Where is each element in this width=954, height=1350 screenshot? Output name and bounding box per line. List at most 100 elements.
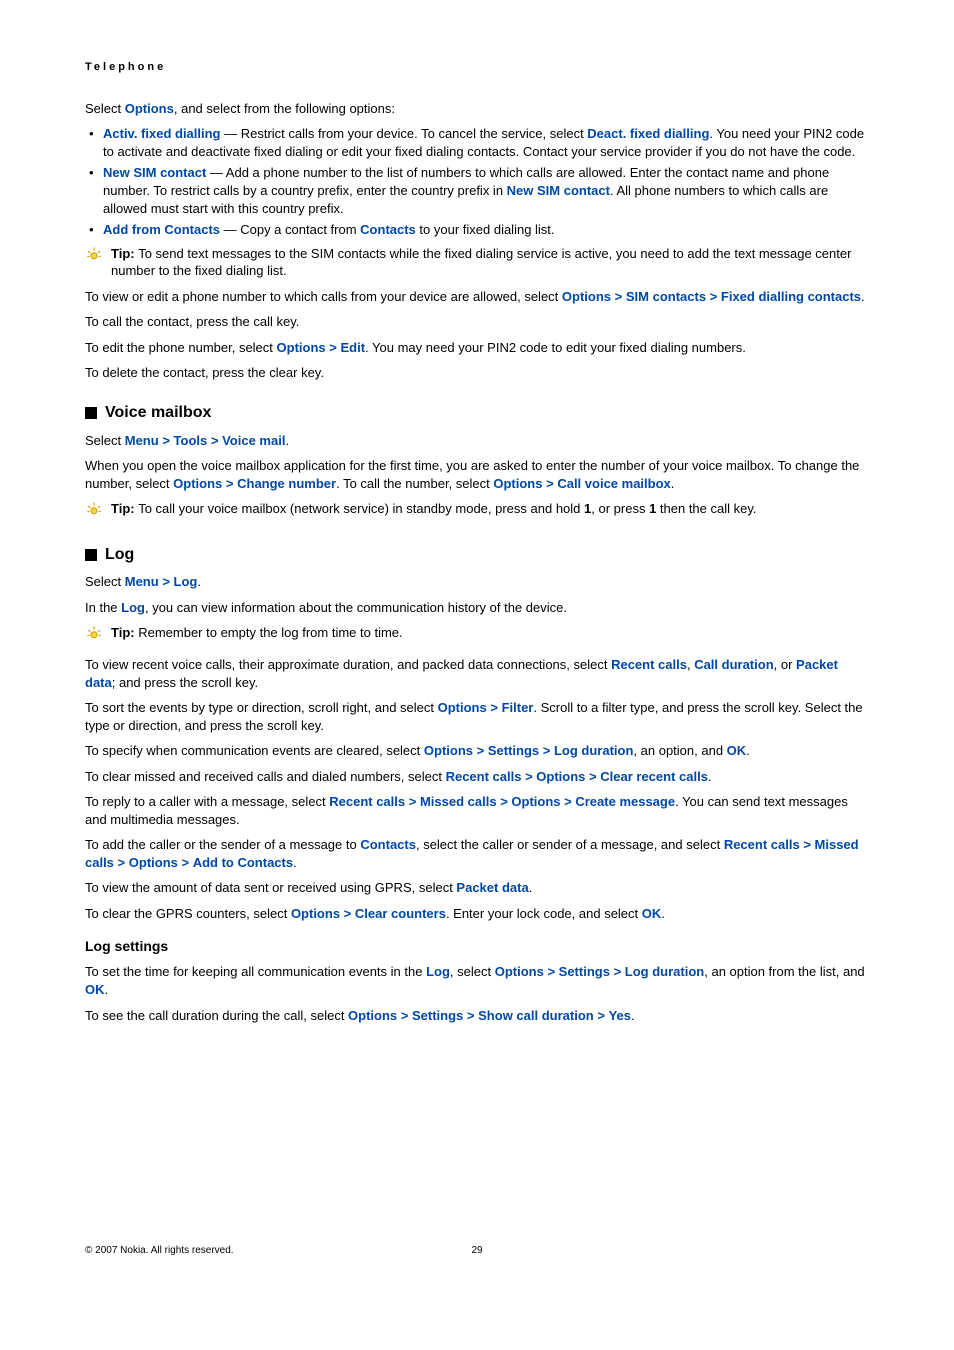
para: In the Log, you can view information abo…	[85, 599, 869, 617]
ok-link[interactable]: OK	[85, 982, 105, 997]
square-bullet-icon	[85, 549, 97, 561]
options-link[interactable]: Options	[129, 855, 178, 870]
options-link[interactable]: Options	[493, 476, 542, 491]
text: ; and press the scroll key.	[112, 675, 258, 690]
text: To see the call duration during the call…	[85, 1008, 348, 1023]
text: . You may need your PIN2 code to edit yo…	[365, 340, 746, 355]
log-link[interactable]: Log	[426, 964, 450, 979]
para: Select Menu > Log.	[85, 573, 869, 591]
options-link[interactable]: Options	[173, 476, 222, 491]
chevron-icon: >	[597, 1008, 605, 1023]
sim-contacts-link[interactable]: SIM contacts	[626, 289, 706, 304]
options-link[interactable]: Options	[348, 1008, 397, 1023]
log-link[interactable]: Log	[174, 574, 198, 589]
settings-link[interactable]: Settings	[559, 964, 610, 979]
clear-counters-link[interactable]: Clear counters	[355, 906, 446, 921]
chevron-icon: >	[477, 743, 485, 758]
para: To call the contact, press the call key.	[85, 313, 869, 331]
new-sim-contact-link[interactable]: New SIM contact	[507, 183, 610, 198]
options-link[interactable]: Options	[438, 700, 487, 715]
call-voice-mailbox-link[interactable]: Call voice mailbox	[557, 476, 670, 491]
text: To send text messages to the SIM contact…	[111, 246, 851, 279]
add-to-contacts-link[interactable]: Add to Contacts	[193, 855, 293, 870]
list-item: Activ. fixed dialling — Restrict calls f…	[85, 125, 869, 160]
tools-link[interactable]: Tools	[174, 433, 208, 448]
settings-link[interactable]: Settings	[488, 743, 539, 758]
text: Remember to empty the log from time to t…	[138, 625, 402, 640]
ok-link[interactable]: OK	[642, 906, 662, 921]
create-message-link[interactable]: Create message	[575, 794, 675, 809]
recent-calls-link[interactable]: Recent calls	[611, 657, 687, 672]
tip-block: Tip: To call your voice mailbox (network…	[85, 500, 869, 524]
square-bullet-icon	[85, 407, 97, 419]
settings-link[interactable]: Settings	[412, 1008, 463, 1023]
chevron-icon: >	[543, 743, 551, 758]
log-duration-link[interactable]: Log duration	[554, 743, 633, 758]
chevron-icon: >	[589, 769, 597, 784]
text: — Restrict calls from your device. To ca…	[221, 126, 588, 141]
chevron-icon: >	[615, 289, 623, 304]
activ-fixed-dialling-link[interactable]: Activ. fixed dialling	[103, 126, 221, 141]
chevron-icon: >	[409, 794, 417, 809]
chevron-icon: >	[710, 289, 718, 304]
para: To sort the events by type or direction,…	[85, 699, 869, 734]
heading-text: Log	[105, 544, 134, 566]
show-call-duration-link[interactable]: Show call duration	[478, 1008, 594, 1023]
contacts-link[interactable]: Contacts	[360, 222, 416, 237]
text: To clear the GPRS counters, select	[85, 906, 291, 921]
text: To set the time for keeping all communic…	[85, 964, 426, 979]
ok-link[interactable]: OK	[727, 743, 747, 758]
yes-link[interactable]: Yes	[609, 1008, 631, 1023]
options-link[interactable]: Options	[424, 743, 473, 758]
chevron-icon: >	[182, 855, 190, 870]
chevron-icon: >	[547, 964, 555, 979]
recent-calls-link[interactable]: Recent calls	[724, 837, 800, 852]
log-link[interactable]: Log	[121, 600, 145, 615]
packet-data-link[interactable]: Packet data	[456, 880, 528, 895]
recent-calls-link[interactable]: Recent calls	[329, 794, 405, 809]
menu-link[interactable]: Menu	[125, 433, 159, 448]
chevron-icon: >	[226, 476, 234, 491]
options-link[interactable]: Options	[291, 906, 340, 921]
text: .	[631, 1008, 635, 1023]
log-duration-link[interactable]: Log duration	[625, 964, 704, 979]
new-sim-contact-link[interactable]: New SIM contact	[103, 165, 206, 180]
page-footer: © 2007 Nokia. All rights reserved. 29	[85, 1244, 869, 1258]
text: To view the amount of data sent or recei…	[85, 880, 456, 895]
text: , or	[774, 657, 796, 672]
filter-link[interactable]: Filter	[502, 700, 534, 715]
tip-text: Tip: To send text messages to the SIM co…	[111, 245, 869, 280]
contacts-link[interactable]: Contacts	[360, 837, 416, 852]
change-number-link[interactable]: Change number	[237, 476, 336, 491]
options-link[interactable]: Options	[562, 289, 611, 304]
options-link[interactable]: Options	[495, 964, 544, 979]
clear-recent-calls-link[interactable]: Clear recent calls	[600, 769, 708, 784]
options-link[interactable]: Options	[277, 340, 326, 355]
voice-mailbox-heading: Voice mailbox	[85, 402, 869, 424]
para: To view the amount of data sent or recei…	[85, 879, 869, 897]
chevron-icon: >	[211, 433, 219, 448]
recent-calls-link[interactable]: Recent calls	[446, 769, 522, 784]
call-duration-link[interactable]: Call duration	[694, 657, 773, 672]
text: To specify when communication events are…	[85, 743, 424, 758]
edit-link[interactable]: Edit	[340, 340, 365, 355]
deact-fixed-dialling-link[interactable]: Deact. fixed dialling	[587, 126, 709, 141]
missed-calls-link[interactable]: Missed calls	[420, 794, 497, 809]
options-link[interactable]: Options	[511, 794, 560, 809]
text: Select	[85, 101, 125, 116]
add-from-contacts-link[interactable]: Add from Contacts	[103, 222, 220, 237]
options-link[interactable]: Options	[125, 101, 174, 116]
options-link[interactable]: Options	[536, 769, 585, 784]
text: then the call key.	[656, 501, 756, 516]
para: To add the caller or the sender of a mes…	[85, 836, 869, 871]
menu-link[interactable]: Menu	[125, 574, 159, 589]
tip-text: Tip: To call your voice mailbox (network…	[111, 500, 869, 518]
text: .	[708, 769, 712, 784]
text: To sort the events by type or direction,…	[85, 700, 438, 715]
lightbulb-icon	[85, 500, 111, 524]
text: — Copy a contact from	[220, 222, 360, 237]
text: .	[529, 880, 533, 895]
para: To reply to a caller with a message, sel…	[85, 793, 869, 828]
fixed-dialling-contacts-link[interactable]: Fixed dialling contacts	[721, 289, 861, 304]
voice-mail-link[interactable]: Voice mail	[222, 433, 285, 448]
